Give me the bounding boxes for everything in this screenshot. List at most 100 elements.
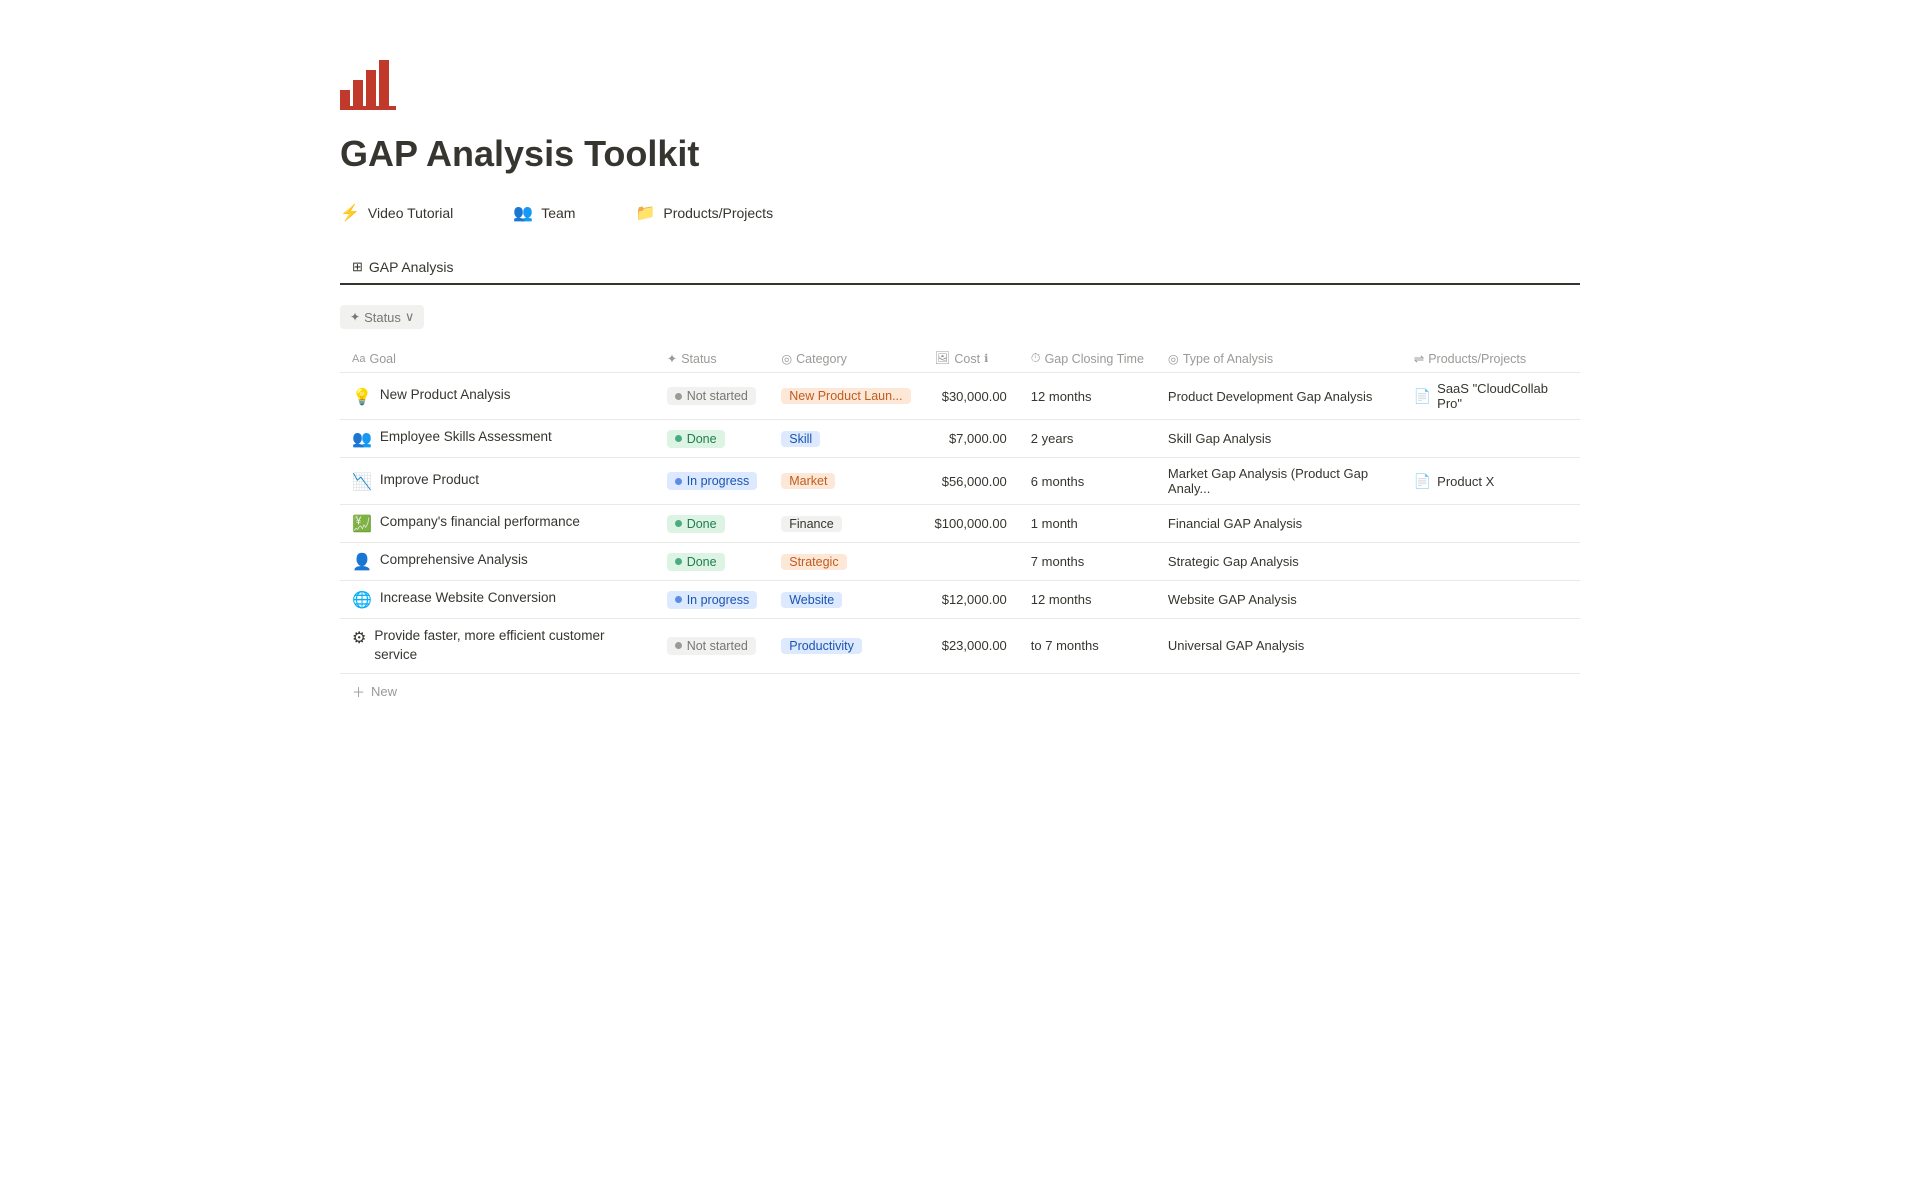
nav-products-projects[interactable]: 📁 Products/Projects — [635, 203, 773, 223]
cell-gap-closing-time: 1 month — [1019, 505, 1156, 543]
col-type-icon: ◎ — [1168, 351, 1179, 366]
cell-cost: $7,000.00 — [923, 420, 1019, 458]
status-badge: Done — [667, 515, 725, 533]
cell-cost: $56,000.00 — [923, 458, 1019, 505]
goal-icon: 💡 — [352, 387, 372, 407]
status-badge: In progress — [667, 591, 758, 609]
table-row[interactable]: 💡New Product AnalysisNot startedNew Prod… — [340, 373, 1580, 420]
cell-goal: 🌐 Increase Website Conversion — [340, 581, 655, 619]
cell-gap-closing-time: 2 years — [1019, 420, 1156, 458]
category-badge: New Product Laun... — [781, 388, 910, 404]
cell-gap-closing-time: 12 months — [1019, 373, 1156, 420]
status-badge: Done — [667, 553, 725, 571]
cell-category: Skill — [769, 420, 922, 458]
table-row[interactable]: 👤Comprehensive AnalysisDoneStrategic7 mo… — [340, 543, 1580, 581]
tab-gap-analysis[interactable]: ⊞ GAP Analysis — [340, 251, 465, 285]
cell-type-of-analysis: Skill Gap Analysis — [1156, 420, 1402, 458]
goal-icon: 💹 — [352, 514, 372, 534]
plus-icon: ＋ — [352, 682, 365, 701]
logo — [340, 60, 1580, 133]
cell-gap-closing-time: 7 months — [1019, 543, 1156, 581]
cell-status: Done — [655, 543, 770, 581]
cell-cost: $100,000.00 — [923, 505, 1019, 543]
filter-bar: ✦ Status ∨ — [340, 305, 1580, 329]
cell-type-of-analysis: Website GAP Analysis — [1156, 581, 1402, 619]
cell-type-of-analysis: Market Gap Analysis (Product Gap Analy..… — [1156, 458, 1402, 505]
product-link[interactable]: 📄SaaS "CloudCollab Pro" — [1414, 381, 1568, 411]
table-row[interactable]: ⚙Provide faster, more efficient customer… — [340, 619, 1580, 674]
goal-text: Increase Website Conversion — [380, 589, 556, 608]
cell-products-projects: 📄Product X — [1402, 458, 1580, 505]
cell-type-of-analysis: Financial GAP Analysis — [1156, 505, 1402, 543]
cell-status: In progress — [655, 458, 770, 505]
nav-video-tutorial[interactable]: ⚡ Video Tutorial — [340, 203, 453, 223]
cell-status: Done — [655, 420, 770, 458]
filter-label: Status — [364, 310, 401, 325]
page-container: GAP Analysis Toolkit ⚡ Video Tutorial 👥 … — [260, 0, 1660, 789]
filter-icon: ✦ — [350, 310, 360, 324]
cell-goal: 💡 New Product Analysis — [340, 373, 655, 420]
goal-text: Comprehensive Analysis — [380, 551, 528, 570]
status-dot — [675, 558, 682, 565]
cell-type-of-analysis: Product Development Gap Analysis — [1156, 373, 1402, 420]
col-cost: 🖼 Cost ℹ — [923, 345, 1019, 373]
cell-category: Website — [769, 581, 922, 619]
col-cost-icon: 🖼 — [935, 351, 951, 366]
product-link[interactable]: 📄Product X — [1414, 473, 1568, 490]
col-category-icon: ◎ — [781, 351, 792, 366]
cell-gap-closing-time: 6 months — [1019, 458, 1156, 505]
status-badge: Done — [667, 430, 725, 448]
cell-category: Finance — [769, 505, 922, 543]
table-row[interactable]: 👥 Employee Skills Assessment Done Skill $7,0… — [340, 420, 1580, 458]
data-table: Aa Goal ✦ Status ◎ Category — [340, 345, 1580, 709]
cell-products-projects — [1402, 505, 1580, 543]
nav-team[interactable]: 👥 Team — [513, 203, 575, 223]
goal-text: Improve Product — [380, 471, 479, 490]
table-row[interactable]: 💹 Company's financial performance Done Fina… — [340, 505, 1580, 543]
category-badge: Market — [781, 473, 835, 489]
cell-category: New Product Laun... — [769, 373, 922, 420]
status-filter-button[interactable]: ✦ Status ∨ — [340, 305, 424, 329]
cell-goal: ⚙Provide faster, more efficient customer… — [340, 619, 655, 674]
nav-products-projects-label: Products/Projects — [663, 205, 773, 221]
cell-type-of-analysis: Strategic Gap Analysis — [1156, 543, 1402, 581]
goal-text: Company's financial performance — [380, 513, 580, 532]
team-icon: 👥 — [513, 203, 533, 223]
add-new-row[interactable]: ＋ New — [340, 674, 1580, 709]
status-dot — [675, 478, 682, 485]
add-row-label: New — [371, 684, 397, 699]
tab-gap-analysis-icon: ⊞ — [352, 259, 363, 275]
cell-cost: $23,000.00 — [923, 619, 1019, 674]
status-badge: Not started — [667, 637, 756, 655]
table-row[interactable]: 🌐 Increase Website Conversion In progress W… — [340, 581, 1580, 619]
goal-icon: 🌐 — [352, 590, 372, 610]
cell-products-projects: 📄SaaS "CloudCollab Pro" — [1402, 373, 1580, 420]
col-gap-closing-time: ⏱ Gap Closing Time — [1019, 345, 1156, 373]
col-category: ◎ Category — [769, 345, 922, 373]
col-products-projects: ⇌ Products/Projects — [1402, 345, 1580, 373]
tab-gap-analysis-label: GAP Analysis — [369, 259, 454, 275]
cell-goal: 💹 Company's financial performance — [340, 505, 655, 543]
category-badge: Productivity — [781, 638, 862, 654]
tabs: ⊞ GAP Analysis — [340, 251, 1580, 285]
status-badge: In progress — [667, 472, 758, 490]
nav-links: ⚡ Video Tutorial 👥 Team 📁 Products/Proje… — [340, 203, 1580, 223]
goal-text: New Product Analysis — [380, 386, 511, 405]
cell-gap-closing-time: 12 months — [1019, 581, 1156, 619]
goal-icon: 📉 — [352, 472, 372, 492]
goal-text: Employee Skills Assessment — [380, 428, 552, 447]
category-badge: Skill — [781, 431, 820, 447]
col-status: ✦ Status — [655, 345, 770, 373]
document-icon: 📄 — [1414, 473, 1431, 490]
cell-products-projects — [1402, 420, 1580, 458]
cell-cost: $12,000.00 — [923, 581, 1019, 619]
goal-icon: 👥 — [352, 429, 372, 449]
cell-status: Done — [655, 505, 770, 543]
lightning-icon: ⚡ — [340, 203, 360, 223]
table-header-row: Aa Goal ✦ Status ◎ Category — [340, 345, 1580, 373]
table-row[interactable]: 📉 Improve Product In progress Market $56,000… — [340, 458, 1580, 505]
cell-gap-closing-time: to 7 months — [1019, 619, 1156, 674]
status-dot — [675, 596, 682, 603]
cell-category: Strategic — [769, 543, 922, 581]
page-title: GAP Analysis Toolkit — [340, 133, 1580, 175]
